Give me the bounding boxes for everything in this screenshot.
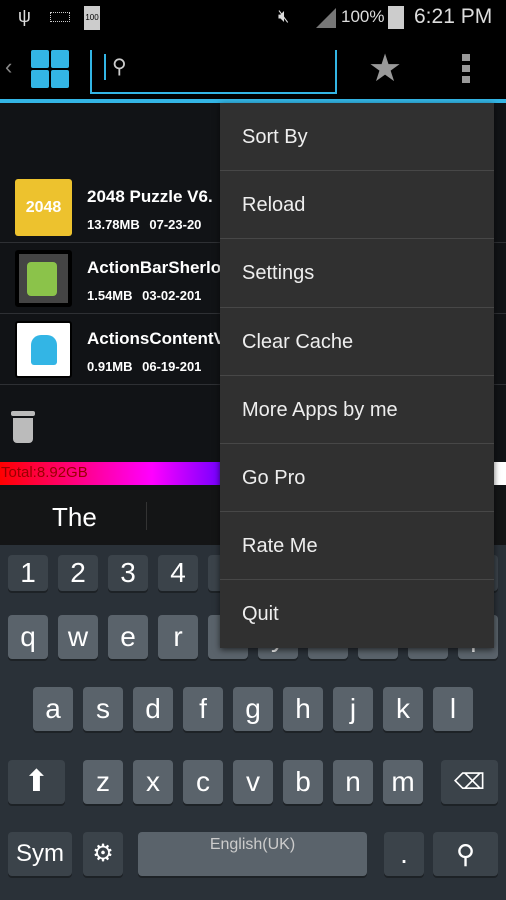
app-name: 2048 Puzzle V6. [87, 187, 213, 206]
battery-icon [388, 6, 404, 29]
sym-key[interactable]: Sym [8, 832, 72, 876]
menu-item-settings[interactable]: Settings [220, 239, 494, 308]
key-b[interactable]: b [283, 760, 323, 804]
status-bar: ψ 100 🔇︎ 100% 6:21 PM [0, 0, 506, 36]
key-l[interactable]: l [433, 687, 473, 731]
key-e[interactable]: e [108, 615, 148, 659]
backspace-key[interactable]: ⌫ [441, 760, 498, 804]
signal-icon [316, 8, 336, 28]
app-2048-icon: 2048 [15, 179, 72, 236]
key-c[interactable]: c [183, 760, 223, 804]
key-k[interactable]: k [383, 687, 423, 731]
space-language-label: English(UK) [209, 836, 296, 853]
android-icon [15, 321, 72, 378]
app-name: ActionsContentV [87, 329, 225, 348]
settings-key[interactable]: ⚙ [83, 832, 123, 876]
menu-item-clear-cache[interactable]: Clear Cache [220, 308, 494, 376]
usb-icon: ψ [18, 6, 31, 26]
overflow-menu-icon[interactable] [462, 54, 470, 84]
key-w[interactable]: w [58, 615, 98, 659]
period-key[interactable]: . [384, 832, 424, 876]
key-1[interactable]: 1 [8, 555, 48, 591]
menu-item-more-apps-by-me[interactable]: More Apps by me [220, 376, 494, 444]
key-x[interactable]: x [133, 760, 173, 804]
favorite-star-icon[interactable]: ★ [368, 46, 402, 91]
storage-total: Total:8.92GB [1, 464, 88, 481]
app-sherlock-icon [15, 250, 72, 307]
search-key[interactable]: ⚲ [433, 832, 498, 876]
app-meta: 1.54MB 03-02-201 [87, 288, 202, 303]
key-f[interactable]: f [183, 687, 223, 731]
key-3[interactable]: 3 [108, 555, 148, 591]
shift-key[interactable]: ⬆ [8, 760, 65, 804]
key-d[interactable]: d [133, 687, 173, 731]
battery-status-icon: 100 [84, 6, 100, 30]
key-v[interactable]: v [233, 760, 273, 804]
menu-item-rate-me[interactable]: Rate Me [220, 512, 494, 581]
menu-item-reload[interactable]: Reload [220, 171, 494, 240]
key-4[interactable]: 4 [158, 555, 198, 591]
key-r[interactable]: r [158, 615, 198, 659]
key-h[interactable]: h [283, 687, 323, 731]
key-g[interactable]: g [233, 687, 273, 731]
keyboard-icon [50, 12, 70, 22]
search-icon: ⚲ [112, 56, 127, 78]
app-meta: 13.78MB 07-23-20 [87, 217, 202, 232]
menu-item-go-pro[interactable]: Go Pro [220, 444, 494, 513]
app-name: ActionBarSherlo [87, 258, 222, 277]
key-m[interactable]: m [383, 760, 423, 804]
key-2[interactable]: 2 [58, 555, 98, 591]
clock: 6:21 PM [414, 5, 493, 28]
overflow-menu: Sort By Reload Settings Clear Cache More App… [220, 103, 494, 648]
space-key[interactable]: English(UK) [138, 832, 367, 876]
app-grid-icon[interactable] [31, 50, 69, 88]
key-s[interactable]: s [83, 687, 123, 731]
action-bar: ‹ ⚲ ★ [0, 36, 506, 100]
trash-icon[interactable] [11, 411, 35, 443]
key-z[interactable]: z [83, 760, 123, 804]
battery-percent: 100% [341, 7, 385, 26]
suggestion-word[interactable]: The [52, 502, 97, 533]
key-j[interactable]: j [333, 687, 373, 731]
menu-item-quit[interactable]: Quit [220, 580, 494, 648]
menu-item-sort-by[interactable]: Sort By [220, 103, 494, 172]
mute-icon: 🔇︎ [278, 6, 290, 26]
back-chevron-icon[interactable]: ‹ [5, 54, 12, 80]
key-n[interactable]: n [333, 760, 373, 804]
key-a[interactable]: a [33, 687, 73, 731]
key-q[interactable]: q [8, 615, 48, 659]
search-input[interactable]: ⚲ [90, 50, 337, 94]
app-meta: 0.91MB 06-19-201 [87, 359, 202, 374]
